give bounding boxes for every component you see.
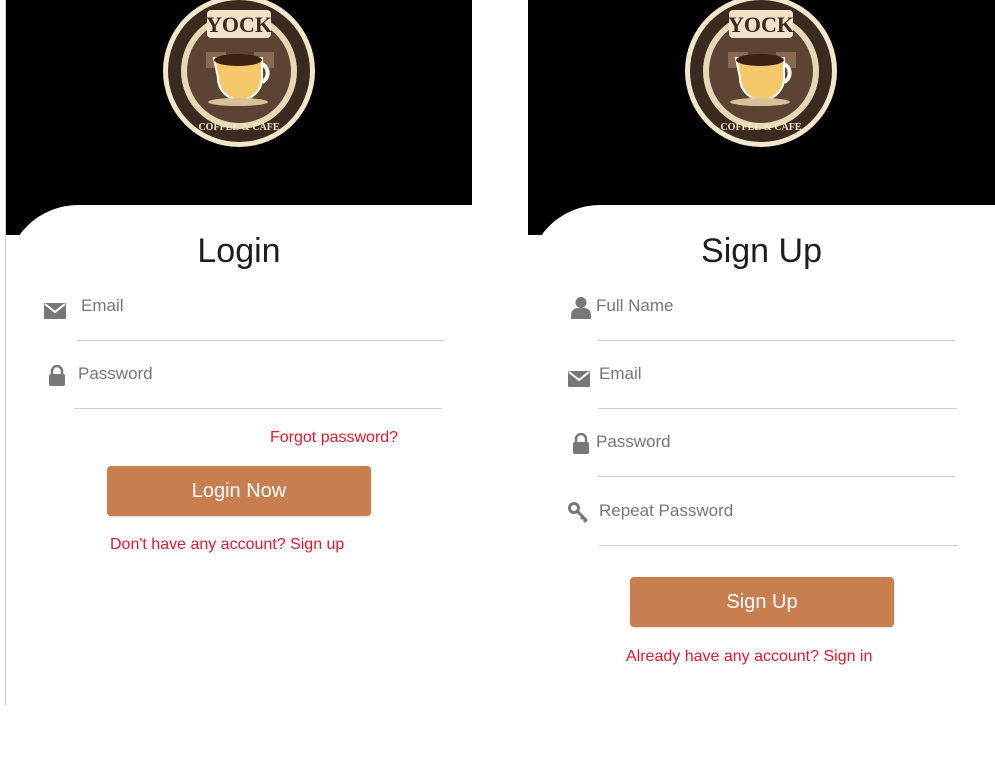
envelope-icon [44,303,66,319]
login-screen: YOCK COFFEE & CAFE Login Forgot password… [5,0,472,705]
fullname-input[interactable] [596,288,956,324]
repeat-password-input[interactable] [599,493,959,529]
password-field [44,356,446,396]
logo-ring-text: COFFEE & CAFE [198,122,279,133]
repeat-password-underline [599,545,958,546]
email-underline [598,408,957,409]
fullname-underline [598,340,955,341]
email-field [44,288,446,328]
email-input[interactable] [599,356,959,392]
password-underline [598,476,955,477]
password-field [568,424,968,464]
user-icon [571,297,591,319]
fullname-field [568,288,968,328]
forgot-password-link[interactable]: Forgot password? [270,429,398,447]
lock-icon [49,365,65,386]
page-title: Sign Up [701,232,822,270]
envelope-icon [568,371,590,387]
lock-icon [573,433,589,454]
signup-button[interactable]: Sign Up [630,577,894,627]
cafe-logo: YOCK COFFEE & CAFE [163,0,315,147]
login-button[interactable]: Login Now [107,466,371,516]
repeat-password-field [568,493,968,533]
signup-link[interactable]: Don't have any account? Sign up [110,536,344,554]
signup-screen: YOCK COFFEE & CAFE Sign Up Full Name Ema… [528,0,995,705]
key-icon [568,502,589,524]
email-field [568,356,968,396]
email-input[interactable] [81,288,441,324]
signin-link[interactable]: Already have any account? Sign in [626,648,872,666]
logo-name: YOCK [206,12,272,37]
password-underline [74,408,442,409]
password-input[interactable] [78,356,438,392]
cafe-logo: YOCK COFFEE & CAFE [685,0,837,147]
logo-name: YOCK [728,12,794,37]
form-card [6,205,472,705]
page-title: Login [197,232,281,270]
email-underline [77,340,445,341]
password-input[interactable] [596,424,956,460]
logo-ring-text: COFFEE & CAFE [720,122,801,133]
